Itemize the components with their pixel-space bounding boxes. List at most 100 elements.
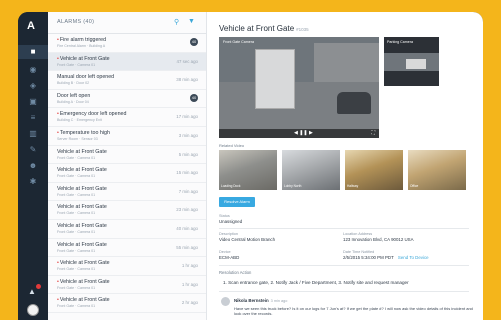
tools-icon[interactable]: ✎	[28, 146, 38, 154]
alarm-items: •Fire alarm triggered Fire Central Alarm …	[48, 34, 206, 313]
date-key: Date Time Notified	[343, 250, 375, 254]
bell-icon[interactable]: ▲	[28, 287, 36, 296]
divider	[219, 291, 469, 292]
alarm-list-item[interactable]: Vehicle at Front Gate Front Gate · Camera…	[48, 239, 206, 258]
alarm-time: 40 min ago	[176, 225, 198, 231]
related-video-thumb[interactable]: Hallway	[345, 150, 403, 190]
resolve-alarm-button[interactable]: Resolve Alarm	[219, 197, 255, 207]
chart-icon[interactable]: ▥	[28, 130, 38, 138]
alarm-list-item[interactable]: Vehicle at Front Gate Front Gate · Camera…	[48, 146, 206, 165]
alarm-number: #1035	[296, 27, 309, 32]
user-avatar[interactable]	[27, 304, 39, 316]
device-value: ECM-ABD	[219, 255, 240, 260]
alarm-time: 1 hr ago	[181, 281, 198, 287]
alarm-list-item[interactable]: Vehicle at Front Gate Front Gate · Camera…	[48, 183, 206, 202]
location-value: 123 Innovation Blvd, CA 90012 USA	[343, 237, 414, 242]
alarm-title: •Vehicle at Front Gate	[57, 55, 110, 62]
alarm-priority-icon: •	[57, 111, 59, 118]
related-video-label: Related Video	[219, 143, 245, 148]
search-icon[interactable]: ⚲	[174, 18, 179, 26]
alarm-time: 17 min ago	[176, 114, 198, 120]
lock-icon[interactable]: ▣	[28, 98, 38, 106]
resolution-step: 1. Scan entrance gate, 2. Notify Jack / …	[223, 280, 409, 285]
alarm-source: Fire Central Alarm · Building A	[57, 44, 106, 48]
alarm-count-badge: 40	[190, 93, 198, 102]
alarm-list-item[interactable]: •Vehicle at Front Gate Front Gate · Camer…	[48, 276, 206, 295]
related-video-thumb[interactable]: Lobby North	[282, 150, 340, 190]
dashboard-icon[interactable]: ◉	[28, 66, 38, 74]
secondary-camera-video[interactable]: Parking Camera	[384, 37, 439, 86]
alarm-title: •Fire alarm triggered	[57, 37, 107, 43]
alarm-source: Front Gate · Camera 01	[57, 155, 96, 160]
alarm-priority-icon: •	[57, 260, 59, 267]
alarm-source: Building B · Door 02	[57, 81, 90, 86]
alarm-list-item[interactable]: Vehicle at Front Gate Front Gate · Camera…	[48, 220, 206, 239]
alarm-list-item[interactable]: Door left open Building A · Door 04 40	[48, 90, 206, 109]
ptz-vehicle	[406, 59, 426, 69]
alarm-list-item[interactable]: •Emergency door left opened Building C · …	[48, 108, 206, 127]
description-key: Description	[219, 232, 238, 236]
alarm-title: Vehicle at Front Gate	[57, 241, 107, 248]
alarm-list-header: ALARMS (40) ⚲ ▼	[48, 12, 206, 34]
app-logo: A	[27, 20, 35, 32]
alarm-source: Building A · Door 04	[57, 99, 89, 104]
alarm-priority-icon: •	[57, 129, 59, 136]
date-value: 2/5/2015 5:34:00 PM PDT	[343, 255, 394, 260]
alarm-title: Manual door left opened	[57, 74, 115, 81]
alarm-list-item[interactable]: Manual door left opened Building B · Door…	[48, 71, 206, 90]
alarm-time: 15 min ago	[176, 170, 198, 176]
alarm-list-item[interactable]: •Vehicle at Front Gate Front Gate · Camer…	[48, 52, 206, 72]
alarm-priority-icon: •	[57, 297, 59, 304]
alarm-time: 38 min ago	[176, 77, 198, 83]
settings-icon[interactable]: ✱	[28, 178, 38, 186]
alarm-time: 1 hr ago	[181, 263, 198, 269]
comment-time: 3 min ago	[270, 299, 288, 303]
video-controls: ◀ ❚❚ ▶ ⛶	[219, 129, 379, 138]
filter-icon[interactable]: ▼	[188, 18, 195, 25]
send-to-device-link[interactable]: Send To Device	[398, 255, 429, 260]
alarm-detail: Vehicle at Front Gate #1035 Front Gate Ca…	[207, 12, 483, 320]
commenter-avatar	[221, 297, 230, 306]
alarm-priority-icon: •	[57, 278, 59, 285]
thumb-label: Office	[410, 184, 419, 188]
detail-title: Vehicle at Front Gate #1035	[219, 24, 309, 33]
alarm-time: 7 min ago	[178, 188, 198, 194]
status-value: Unassigned	[219, 219, 243, 224]
alarm-list-item[interactable]: •Fire alarm triggered Fire Central Alarm …	[48, 34, 206, 53]
alarm-title: •Emergency door left opened	[57, 111, 127, 118]
people-icon[interactable]: ☻	[28, 162, 38, 170]
alarm-title: Vehicle at Front Gate	[57, 204, 107, 211]
alarm-list-item[interactable]: Vehicle at Front Gate Front Gate · Camera…	[48, 164, 206, 183]
location-field: Location Address 123 Innovation Blvd, CA…	[343, 232, 414, 242]
alarm-source: Front Gate · Camera 01	[57, 304, 96, 309]
alarm-source: Server Room · Sensor 03	[57, 136, 98, 141]
alarm-list-item[interactable]: •Vehicle at Front Gate Front Gate · Camer…	[48, 294, 206, 313]
alarm-title: •Temperature too high	[57, 129, 110, 136]
fullscreen-icon[interactable]: ⛶	[371, 130, 375, 136]
alarm-source: Front Gate · Camera 01	[57, 174, 96, 179]
list-icon[interactable]: ≡	[28, 114, 38, 122]
related-video-thumb[interactable]: Loading Dock	[219, 150, 277, 190]
alarm-count-title: ALARMS (40)	[57, 19, 95, 25]
alarm-list-item[interactable]: Vehicle at Front Gate Front Gate · Camera…	[48, 201, 206, 220]
secondary-camera-label: Parking Camera	[387, 40, 413, 44]
alarm-list-item[interactable]: •Temperature too high Server Room · Senso…	[48, 127, 206, 146]
divider	[219, 228, 469, 229]
device-key: Device	[219, 250, 231, 254]
alarm-source: Front Gate · Camera 01	[57, 285, 96, 290]
alarm-time: 23 min ago	[176, 207, 198, 213]
play-pause-icon[interactable]: ◀ ❚❚ ▶	[294, 130, 313, 136]
status-field: Status Unassigned	[219, 214, 242, 224]
resolution-action-label: Resolution Action	[219, 270, 252, 275]
alarm-list-item[interactable]: •Vehicle at Front Gate Front Gate · Camer…	[48, 257, 206, 276]
map-icon[interactable]: ◈	[28, 82, 38, 90]
main-camera-video[interactable]: Front Gate Camera ◀ ❚❚ ▶ ⛶	[219, 37, 379, 138]
video-car	[337, 92, 371, 114]
alarm-time: 47 sec ago	[176, 58, 198, 64]
related-video-thumb[interactable]: Office	[408, 150, 466, 190]
alarm-time: 55 min ago	[176, 244, 198, 250]
camera-icon[interactable]: ■	[28, 48, 38, 56]
video-truck	[255, 49, 295, 109]
app-window: A ■ ◉ ◈ ▣ ≡ ▥ ✎ ☻ ✱ ▲ ALARMS (40) ⚲ ▼ •F…	[18, 12, 483, 320]
alarm-time: 5 min ago	[178, 151, 198, 157]
